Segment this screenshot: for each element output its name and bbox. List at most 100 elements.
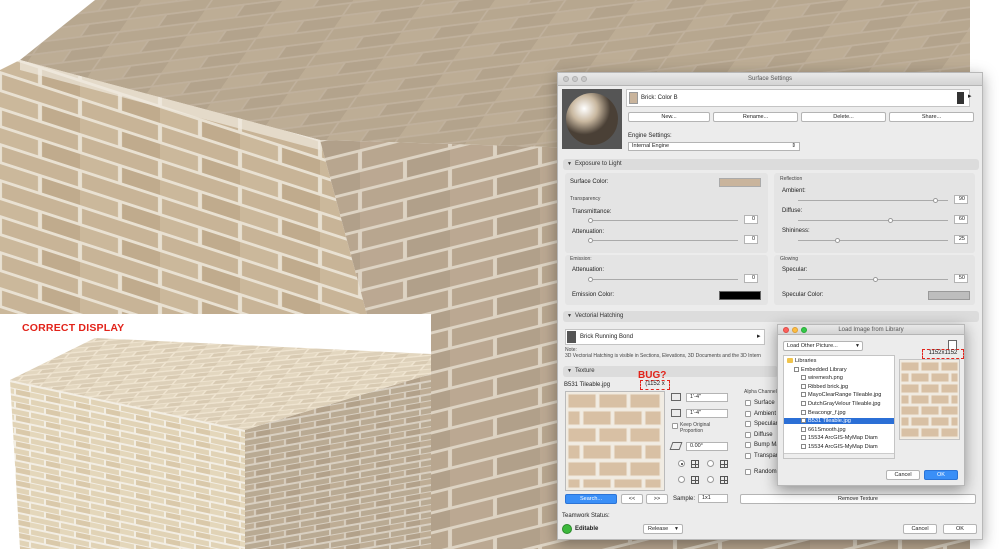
prev-button[interactable]: << [621,494,643,504]
delete-button[interactable]: Delete... [801,112,886,122]
rename-button[interactable]: Rename... [713,112,798,122]
random-checkbox[interactable] [745,469,751,475]
load-other-picture-label: Load Other Picture... [787,343,838,349]
search-button[interactable]: Search... [565,494,617,504]
origin-radio-1[interactable] [678,460,685,467]
attenuation-value[interactable]: 0 [744,235,758,244]
release-dropdown[interactable]: Release ▼ [643,524,683,534]
image-preview [899,359,960,440]
tree-item[interactable]: Libraries [784,358,894,364]
emission-attenuation-label: Attenuation: [572,267,605,273]
engine-settings-label: Engine Settings: [628,133,672,139]
tree-item-selected[interactable]: B531 Tileable.jpg [784,418,894,425]
specular-label: Specular: [782,267,808,273]
surface-name-box[interactable]: Brick: Color B [626,89,970,107]
alpha-checkbox[interactable] [745,442,751,448]
tree-item[interactable]: Embedded Library [784,366,894,373]
zoom-window-button[interactable] [801,327,807,333]
tree-item[interactable]: 15534 ArcGIS-MyMap Diam [784,444,894,450]
load-ok-button[interactable]: OK [924,470,958,480]
origin-radio-3[interactable] [678,476,685,483]
ok-button[interactable]: OK [943,524,977,534]
tree-item[interactable]: 15534 ArcGIS-MyMap Diam [784,435,894,441]
alpha-checkbox[interactable] [745,410,751,417]
emission-attenuation-slider[interactable] [588,277,738,282]
specular-slider[interactable] [798,277,948,282]
close-window-button[interactable] [783,327,789,333]
sample-select[interactable]: 1x1 [698,494,728,503]
hatching-pattern-select[interactable]: Brick Running Bond ▸ [565,329,765,345]
engine-select[interactable]: Internal Engine ⇕ [628,142,800,151]
alpha-checkbox[interactable] [745,431,751,438]
origin-radio-2[interactable] [707,460,714,467]
attenuation-slider[interactable] [588,238,738,243]
reflection-panel [774,173,975,253]
image-file-icon [801,383,806,389]
teamwork-status-label: Teamwork Status: [562,513,610,519]
diffuse-value[interactable]: 60 [954,215,968,224]
texture-height-field[interactable]: 1'-4" [686,409,728,418]
share-button[interactable]: Share... [889,112,974,122]
reflection-label: Reflection [780,176,803,182]
minimize-window-button[interactable] [572,76,578,82]
tree-item[interactable]: DutchGrayVelour Tileable.jpg [784,401,894,407]
horizontal-scrollbar[interactable] [784,453,894,458]
emission-color-swatch[interactable] [719,291,761,300]
emission-attenuation-value[interactable]: 0 [744,274,758,283]
correct-display-label: CORRECT DISPLAY [22,322,125,334]
chevron-down-icon: ▼ [855,343,860,349]
texture-width-field[interactable]: 1'-4" [686,393,728,402]
alpha-checkbox[interactable] [745,400,751,406]
ambient-value[interactable]: 90 [954,195,968,204]
close-window-button[interactable] [563,76,569,82]
hatching-pattern-name: Brick Running Bond [580,334,634,340]
tree-item[interactable]: wiremesh.png [784,375,894,381]
alpha-checkbox[interactable] [745,452,751,459]
tree-item[interactable]: Beacongr_f.jpg [784,409,894,416]
tree-item-label: Ribbed brick.jpg [808,383,849,390]
minimize-window-button[interactable] [792,327,798,333]
transmittance-value[interactable]: 0 [744,215,758,224]
surface-color-swatch[interactable] [719,178,761,187]
chevron-right-icon[interactable]: ▸ [968,92,972,100]
next-button[interactable]: >> [646,494,668,504]
chevron-right-icon: ▸ [757,333,761,340]
editable-status-icon [562,524,572,534]
texture-section-header[interactable]: ▼ Texture [563,366,778,377]
tree-item[interactable]: Ribbed brick.jpg [784,383,894,390]
shininess-value[interactable]: 25 [954,235,968,244]
new-button[interactable]: New... [628,112,710,122]
image-file-icon [801,392,806,398]
load-other-picture-dropdown[interactable]: Load Other Picture... ▼ [783,341,863,351]
tree-item[interactable]: 661Smooth.jpg [784,426,894,433]
alpha-checkbox[interactable] [745,421,751,427]
correct-brick-cube-render [10,338,431,549]
remove-texture-button[interactable]: Remove Texture [740,494,976,504]
zoom-window-button[interactable] [581,76,587,82]
load-image-titlebar[interactable]: Load Image from Library [778,325,964,335]
material-preview [562,89,622,149]
library-icon [794,366,799,372]
library-tree[interactable]: Libraries Embedded Library wiremesh.png Rib… [783,355,895,459]
sample-label: Sample: [673,496,696,502]
origin-radio-4[interactable] [707,476,714,483]
chevron-down-icon: ▼ [674,526,679,532]
specular-value[interactable]: 50 [954,274,968,283]
diffuse-slider[interactable] [798,218,948,223]
surface-settings-titlebar[interactable]: Surface Settings [558,73,982,86]
grid-origin-icon [720,460,728,468]
cancel-button[interactable]: Cancel [903,524,937,534]
ambient-slider[interactable] [798,198,948,203]
tree-item-label: B531 Tileable.jpg [808,418,851,425]
shininess-slider[interactable] [798,238,948,243]
specular-color-swatch[interactable] [928,291,970,300]
shininess-label: Shininess: [782,228,810,234]
hatching-section-header[interactable]: ▼ Vectorial Hatching [563,311,979,322]
tree-item[interactable]: MayoClearRange Tileable.jpg [784,392,894,398]
keep-proportion-checkbox[interactable] [672,423,678,429]
texture-angle-field[interactable]: 0.00° [686,442,728,451]
load-cancel-button[interactable]: Cancel [886,470,920,480]
transmittance-slider[interactable] [588,218,738,223]
alpha-channel-label: Alpha Channel [744,389,777,395]
exposure-section-header[interactable]: ▼ Exposure to Light [563,159,979,170]
